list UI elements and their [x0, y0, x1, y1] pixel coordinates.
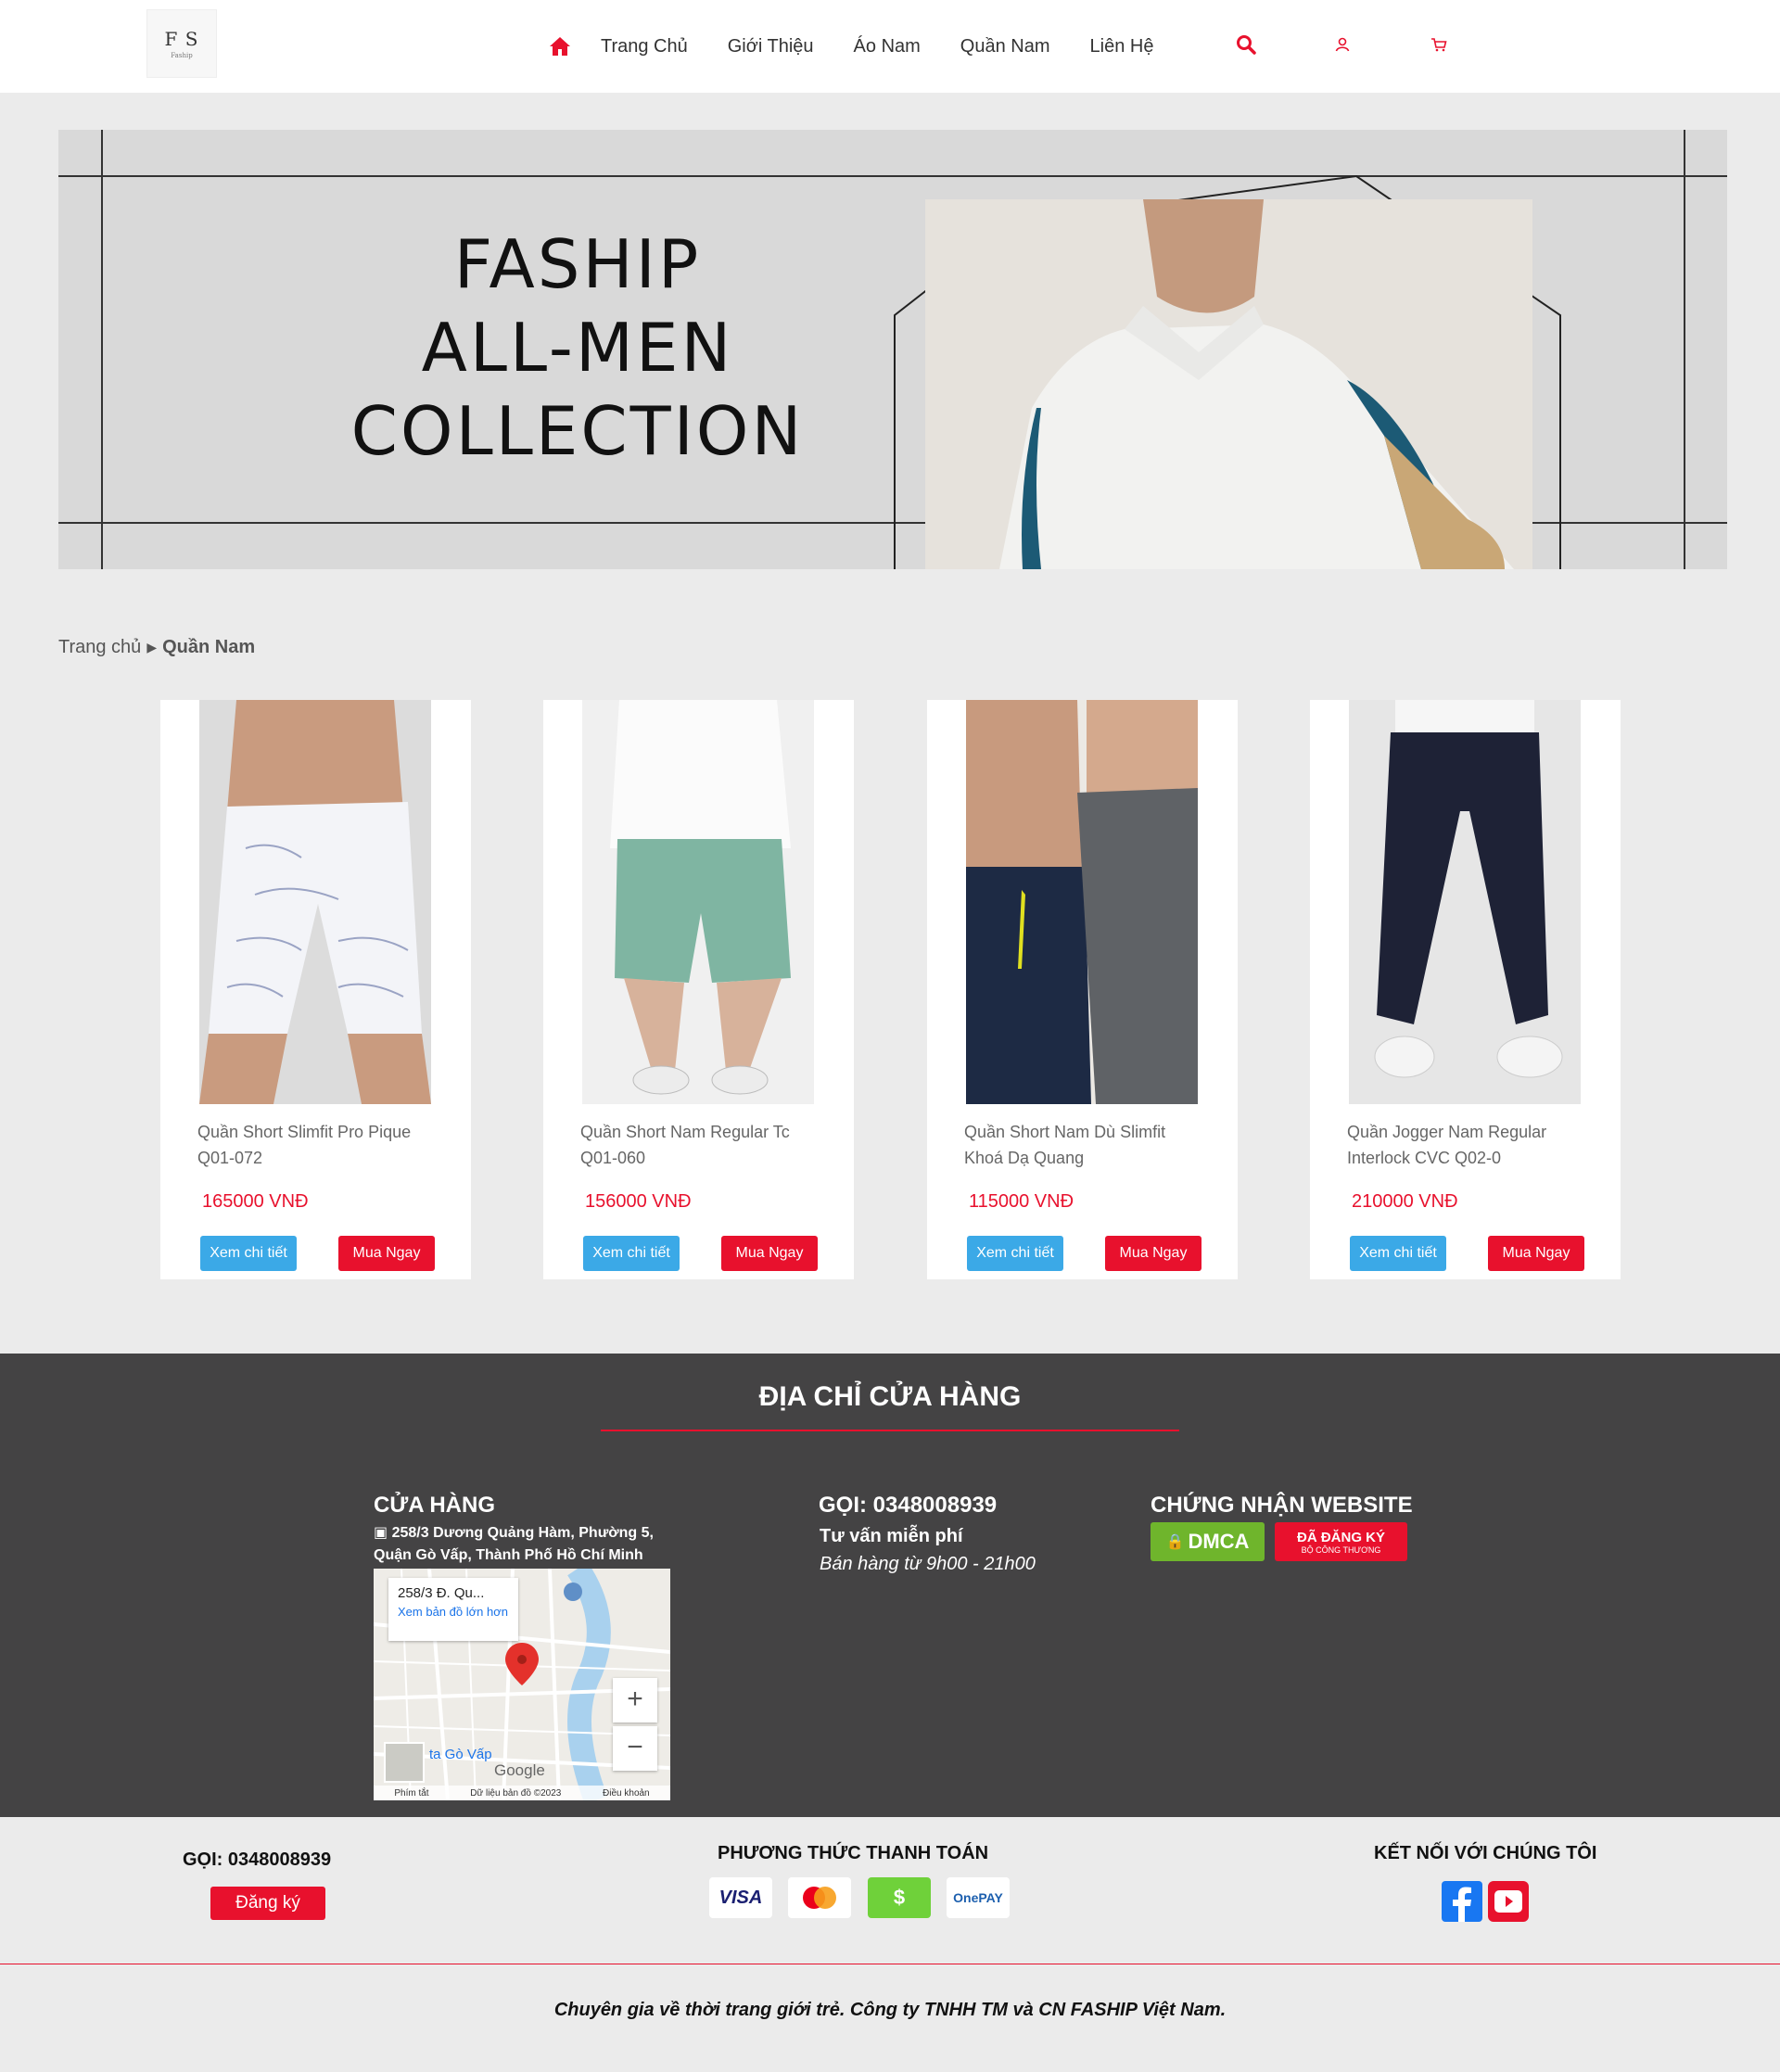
zoom-in-button[interactable]: + [613, 1678, 657, 1722]
map-area-label: ta Gò Vấp [429, 1747, 492, 1762]
payment-heading: PHƯƠNG THỨC THANH TOÁN [718, 1843, 989, 1863]
site-logo[interactable]: F S Faship [146, 9, 217, 78]
nav-item-lien-he[interactable]: Liên Hệ [1090, 36, 1154, 57]
map-data: Dữ liệu bản đồ ©2023 [470, 1787, 562, 1799]
sales-hours: Bán hàng từ 9h00 - 21h00 [820, 1554, 1036, 1574]
home-icon[interactable] [547, 33, 573, 59]
product-name[interactable]: Quần Jogger Nam Regular Interlock CVC Q0… [1347, 1119, 1588, 1171]
store-section-title: ĐỊA CHỈ CỬA HÀNG [758, 1381, 1022, 1412]
store-address: ▣ 258/3 Dương Quảng Hàm, Phường 5, Quận … [374, 1522, 689, 1567]
store-icon: ▣ [374, 1525, 388, 1541]
logo-monogram: F S [164, 28, 199, 50]
zoom-out-button[interactable]: − [613, 1726, 657, 1771]
breadcrumb-current: Quần Nam [162, 637, 256, 657]
shop-heading: CỬA HÀNG [374, 1493, 496, 1518]
view-detail-button[interactable]: Xem chi tiết [1350, 1236, 1446, 1271]
hero-banner: FASHIP ALL-MEN COLLECTION [58, 130, 1727, 569]
map-larger-link[interactable]: Xem bản đồ lớn hơn [398, 1605, 509, 1619]
caret-right-icon: ▶ [146, 640, 158, 655]
call-heading: GỌI: 0348008939 [819, 1493, 998, 1518]
product-price: 210000 VNĐ [1352, 1191, 1458, 1212]
nav-item-trang-chu[interactable]: Trang Chủ [601, 36, 688, 57]
dmca-badge[interactable]: 🔒 DMCA [1151, 1522, 1265, 1561]
facebook-icon[interactable] [1442, 1881, 1482, 1922]
visa-icon: VISA [709, 1877, 772, 1918]
visa-text: VISA [718, 1887, 763, 1908]
onepay-text: OnePAY [953, 1890, 1003, 1905]
nav-item-quan-nam[interactable]: Quần Nam [960, 36, 1050, 57]
map-terms[interactable]: Điều khoản [603, 1788, 650, 1799]
footer-call: GỌI: 0348008939 [183, 1850, 332, 1870]
breadcrumb-home[interactable]: Trang chủ [58, 637, 141, 658]
connect-heading: KẾT NỐI VỚI CHÚNG TÔI [1374, 1843, 1597, 1863]
map-brand: Google [494, 1761, 545, 1779]
site-header: F S Faship Trang Chủ Giới Thiệu Áo Nam Q… [0, 0, 1780, 93]
title-underline [601, 1430, 1179, 1431]
product-image[interactable] [582, 700, 814, 1104]
product-price: 115000 VNĐ [969, 1191, 1074, 1212]
cart-icon[interactable] [1426, 32, 1452, 57]
view-detail-button[interactable]: Xem chi tiết [583, 1236, 680, 1271]
registered-badge[interactable]: ĐÃ ĐĂNG KÝ BỘ CÔNG THƯƠNG [1275, 1522, 1407, 1561]
banner-line-2: ALL-MEN [421, 309, 734, 387]
youtube-icon[interactable] [1488, 1881, 1529, 1922]
map-shortcuts[interactable]: Phím tắt [394, 1788, 428, 1799]
main-nav: Trang Chủ Giới Thiệu Áo Nam Quần Nam Liê… [547, 28, 1193, 65]
registered-text: ĐÃ ĐĂNG KÝ [1296, 1529, 1385, 1545]
mastercard-icon [788, 1877, 851, 1918]
buy-now-button[interactable]: Mua Ngay [721, 1236, 818, 1271]
buy-now-button[interactable]: Mua Ngay [1105, 1236, 1202, 1271]
store-section: ĐỊA CHỈ CỬA HÀNG CỬA HÀNG ▣ 258/3 Dương … [0, 1354, 1780, 1817]
register-button[interactable]: Đăng ký [210, 1887, 325, 1920]
breadcrumb: Trang chủ ▶ Quần Nam [58, 637, 255, 658]
product-name[interactable]: Quần Short Slimfit Pro Pique Q01-072 [197, 1119, 439, 1171]
store-map[interactable]: 258/3 Đ. Qu... Xem bản đồ lớn hơn + − ta… [374, 1569, 670, 1800]
cert-heading: CHỨNG NHẬN WEBSITE [1151, 1493, 1413, 1518]
buy-now-button[interactable]: Mua Ngay [338, 1236, 435, 1271]
nav-item-ao-nam[interactable]: Áo Nam [854, 36, 921, 57]
cash-symbol: $ [893, 1886, 906, 1909]
product-name[interactable]: Quần Short Nam Regular Tc Q01-060 [580, 1119, 821, 1171]
product-image[interactable] [1349, 700, 1581, 1104]
product-image[interactable] [199, 700, 431, 1104]
banner-line-3: COLLECTION [350, 392, 805, 470]
product-name[interactable]: Quần Short Nam Dù Slimfit Khoá Dạ Quang [964, 1119, 1205, 1171]
banner-title: FASHIP ALL-MEN COLLECTION [272, 222, 884, 473]
view-detail-button[interactable]: Xem chi tiết [200, 1236, 297, 1271]
cash-icon: $ [868, 1877, 931, 1918]
product-card: Quần Short Nam Dù Slimfit Khoá Dạ Quang … [927, 700, 1238, 1279]
product-price: 165000 VNĐ [202, 1191, 309, 1212]
product-card: Quần Short Slimfit Pro Pique Q01-072 165… [160, 700, 471, 1279]
nav-item-gioi-thieu[interactable]: Giới Thiệu [728, 36, 814, 57]
store-address-text: 258/3 Dương Quảng Hàm, Phường 5, Quận Gò… [374, 1525, 654, 1563]
product-card: Quần Jogger Nam Regular Interlock CVC Q0… [1310, 700, 1621, 1279]
map-card-title: 258/3 Đ. Qu... [398, 1585, 485, 1601]
map-info-card: 258/3 Đ. Qu... Xem bản đồ lớn hơn [388, 1578, 518, 1641]
banner-line-1: FASHIP [453, 225, 702, 303]
site-footer: GỌI: 0348008939 Đăng ký PHƯƠNG THỨC THAN… [0, 1817, 1780, 1965]
lock-icon: 🔒 [1165, 1534, 1185, 1550]
logo-text: Faship [171, 52, 193, 59]
registered-subtext: BỘ CÔNG THƯƠNG [1301, 1544, 1381, 1555]
view-detail-button[interactable]: Xem chi tiết [967, 1236, 1063, 1271]
copyright-text: Chuyên gia về thời trang giới trẻ. Công … [553, 2000, 1227, 2020]
onepay-icon: OnePAY [947, 1877, 1010, 1918]
product-card: Quần Short Nam Regular Tc Q01-060 156000… [543, 700, 854, 1279]
product-image[interactable] [966, 700, 1198, 1104]
call-subtitle: Tư vấn miễn phí [820, 1526, 963, 1546]
mastercard-logo [803, 1887, 836, 1909]
map-footer: Phím tắt Dữ liệu bản đồ ©2023 Điều khoản [374, 1786, 670, 1800]
dmca-text: DMCA [1188, 1530, 1250, 1553]
buy-now-button[interactable]: Mua Ngay [1488, 1236, 1584, 1271]
search-icon[interactable] [1233, 32, 1259, 57]
user-icon[interactable] [1329, 32, 1355, 57]
product-price: 156000 VNĐ [585, 1191, 692, 1212]
